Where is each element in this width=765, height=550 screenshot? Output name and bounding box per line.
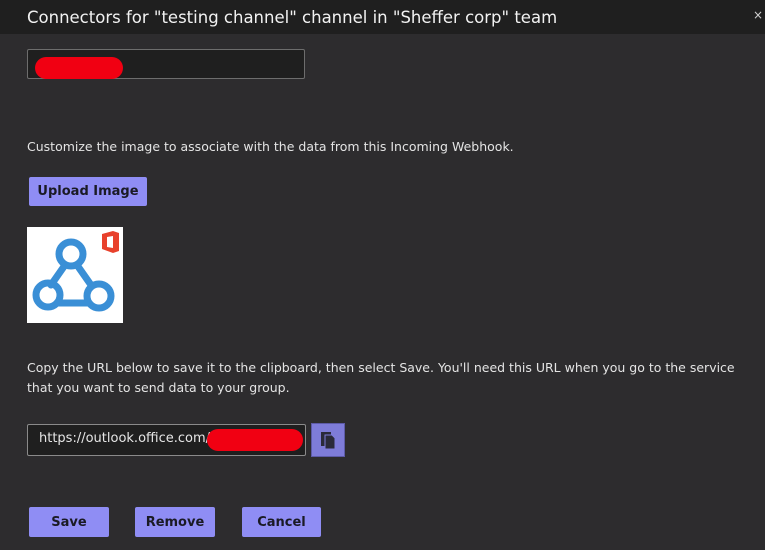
redacted-url	[207, 429, 303, 451]
webhook-name-input[interactable]	[27, 49, 305, 79]
cancel-button[interactable]: Cancel	[242, 507, 321, 537]
webhook-url-field[interactable]: https://outlook.office.com/	[27, 424, 306, 456]
upload-image-button[interactable]: Upload Image	[29, 177, 147, 206]
webhook-office-icon	[32, 231, 120, 312]
save-button[interactable]: Save	[29, 507, 109, 537]
copy-url-button[interactable]	[311, 423, 345, 457]
url-instructions: Copy the URL below to save it to the cli…	[27, 360, 735, 395]
dialog-header: Connectors for "testing channel" channel…	[0, 0, 765, 34]
webhook-image-preview	[27, 227, 123, 323]
webhook-url-text: https://outlook.office.com/	[39, 431, 211, 446]
image-description: Customize the image to associate with th…	[27, 139, 514, 154]
redacted-name	[35, 57, 123, 79]
close-icon[interactable]: ×	[753, 8, 765, 22]
dialog-title: Connectors for "testing channel" channel…	[27, 8, 558, 27]
remove-button[interactable]: Remove	[135, 507, 215, 537]
copy-icon	[321, 432, 336, 450]
